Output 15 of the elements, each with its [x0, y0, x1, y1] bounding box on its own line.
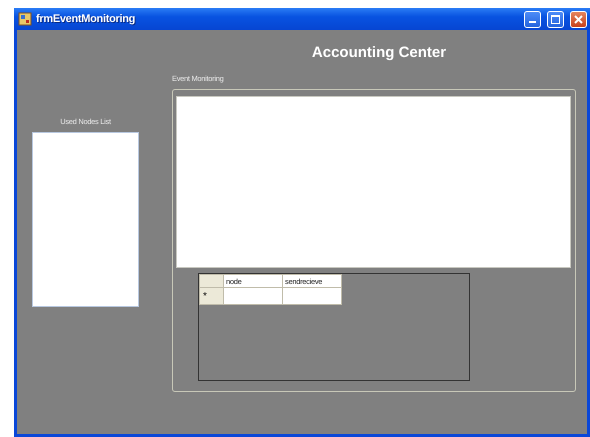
grid-corner-cell [200, 274, 224, 288]
event-log-field[interactable] [176, 96, 571, 268]
window-title: frmEventMonitoring [36, 13, 136, 25]
app-icon [18, 12, 32, 26]
maximize-icon [551, 14, 560, 24]
close-icon [574, 14, 583, 24]
minimize-button[interactable] [524, 10, 541, 28]
minimize-icon [529, 20, 536, 22]
maximize-button[interactable] [547, 10, 564, 28]
nodes-list[interactable] [32, 132, 139, 307]
table-cell[interactable] [282, 288, 342, 304]
table-cell[interactable] [224, 288, 282, 304]
page-heading: Accounting Center [312, 44, 446, 61]
new-row-marker: * [200, 288, 224, 304]
close-button[interactable] [570, 10, 587, 28]
